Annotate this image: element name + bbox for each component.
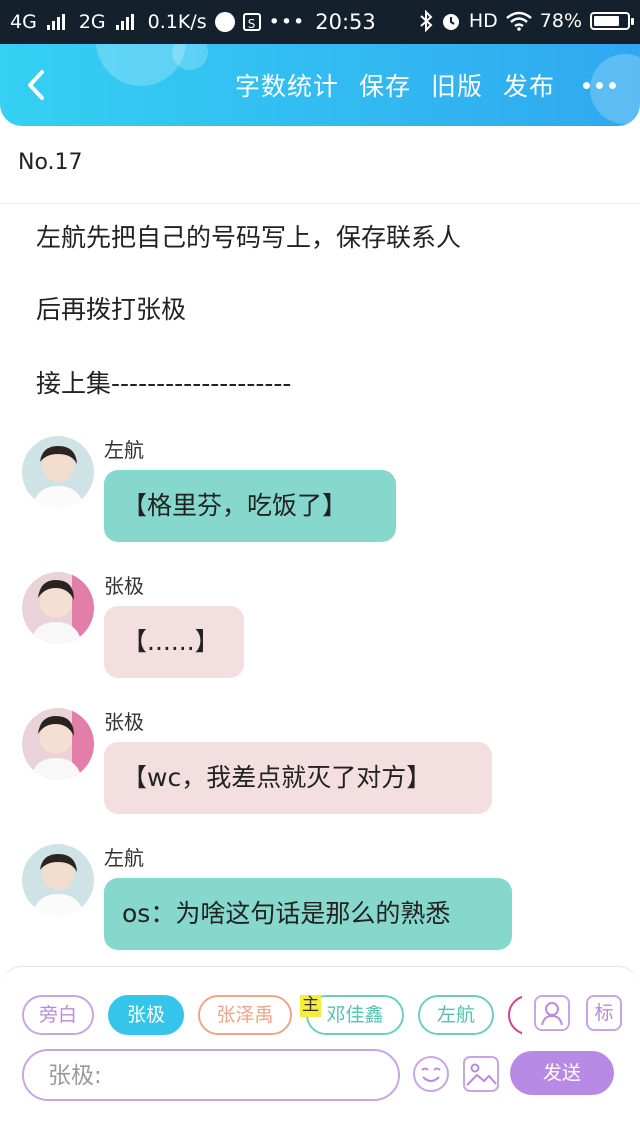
battery-percent: 78%	[539, 10, 582, 32]
character-chip[interactable]: 张泽禹	[198, 995, 292, 1035]
speaker-name: 张极	[104, 710, 144, 734]
bluetooth-icon	[420, 10, 433, 32]
alarm-icon	[442, 14, 459, 30]
narration-line[interactable]: 左航先把自己的号码写上，保存联系人	[36, 218, 461, 254]
signal-icon	[115, 14, 134, 30]
old-version-button[interactable]: 旧版	[431, 67, 483, 103]
character-chip[interactable]: 左航	[418, 995, 494, 1035]
message-bubble[interactable]: os：为啥这句话是那么的熟悉	[104, 878, 512, 950]
back-button[interactable]	[18, 62, 58, 108]
avatar	[22, 844, 94, 916]
more-dots-icon[interactable]	[583, 81, 616, 89]
character-chip-partial[interactable]	[508, 995, 522, 1035]
emoji-icon[interactable]	[412, 1055, 450, 1093]
divider	[0, 203, 640, 204]
network-type-2: 2G	[78, 11, 106, 33]
save-button[interactable]: 保存	[359, 67, 411, 103]
battery-icon	[590, 12, 634, 30]
app-header: 字数统计 保存 旧版 发布	[0, 44, 640, 126]
character-chips: 旁白 张极 张泽禹 邓佳鑫 主 左航	[22, 995, 522, 1037]
clock: 20:53	[315, 10, 376, 34]
speaker-name: 左航	[104, 438, 144, 462]
network-speed: 0.1K/s	[147, 11, 207, 33]
avatar	[22, 436, 94, 508]
composer-panel: 旁白 张极 张泽禹 邓佳鑫 主 左航 标 发送	[0, 966, 640, 1139]
network-type-1: 4G	[10, 11, 37, 33]
word-count-button[interactable]: 字数统计	[235, 67, 339, 103]
narration-line[interactable]: 后再拨打张极	[36, 290, 186, 326]
tag-icon[interactable]: 标	[586, 995, 622, 1031]
s-app-icon: S	[242, 13, 261, 31]
avatar	[22, 708, 94, 780]
message-input-box[interactable]	[22, 1049, 400, 1101]
send-button[interactable]: 发送	[510, 1051, 614, 1095]
character-manage-icon[interactable]	[534, 995, 570, 1031]
character-chip-narrator[interactable]: 旁白	[22, 995, 94, 1035]
wifi-icon	[505, 11, 532, 31]
speaker-name: 张极	[104, 574, 144, 598]
signal-icon	[46, 14, 65, 30]
message-bubble[interactable]: 【格里芬，吃饭了】	[104, 470, 396, 542]
avatar	[22, 572, 94, 644]
chapter-number: No.17	[18, 150, 83, 175]
publish-button[interactable]: 发布	[503, 67, 555, 103]
message-input[interactable]	[46, 1051, 380, 1101]
hd-label: HD	[468, 10, 498, 32]
chevron-left-icon	[28, 70, 44, 100]
character-chip-selected[interactable]: 张极	[108, 995, 184, 1035]
image-icon[interactable]	[462, 1055, 500, 1093]
main-character-badge: 主	[300, 995, 321, 1017]
narration-line[interactable]: 接上集--------------------	[36, 364, 291, 400]
more-dots-icon: •••	[268, 11, 306, 33]
person-icon	[541, 1002, 563, 1026]
speaker-name: 左航	[104, 846, 144, 870]
app-notification-icon	[214, 12, 235, 32]
message-bubble[interactable]: 【......】	[104, 606, 244, 678]
message-bubble[interactable]: 【wc，我差点就灭了对方】	[104, 742, 492, 814]
status-bar: 4G 2G 0.1K/s S ••• 20:53 HD 78%	[0, 0, 640, 44]
